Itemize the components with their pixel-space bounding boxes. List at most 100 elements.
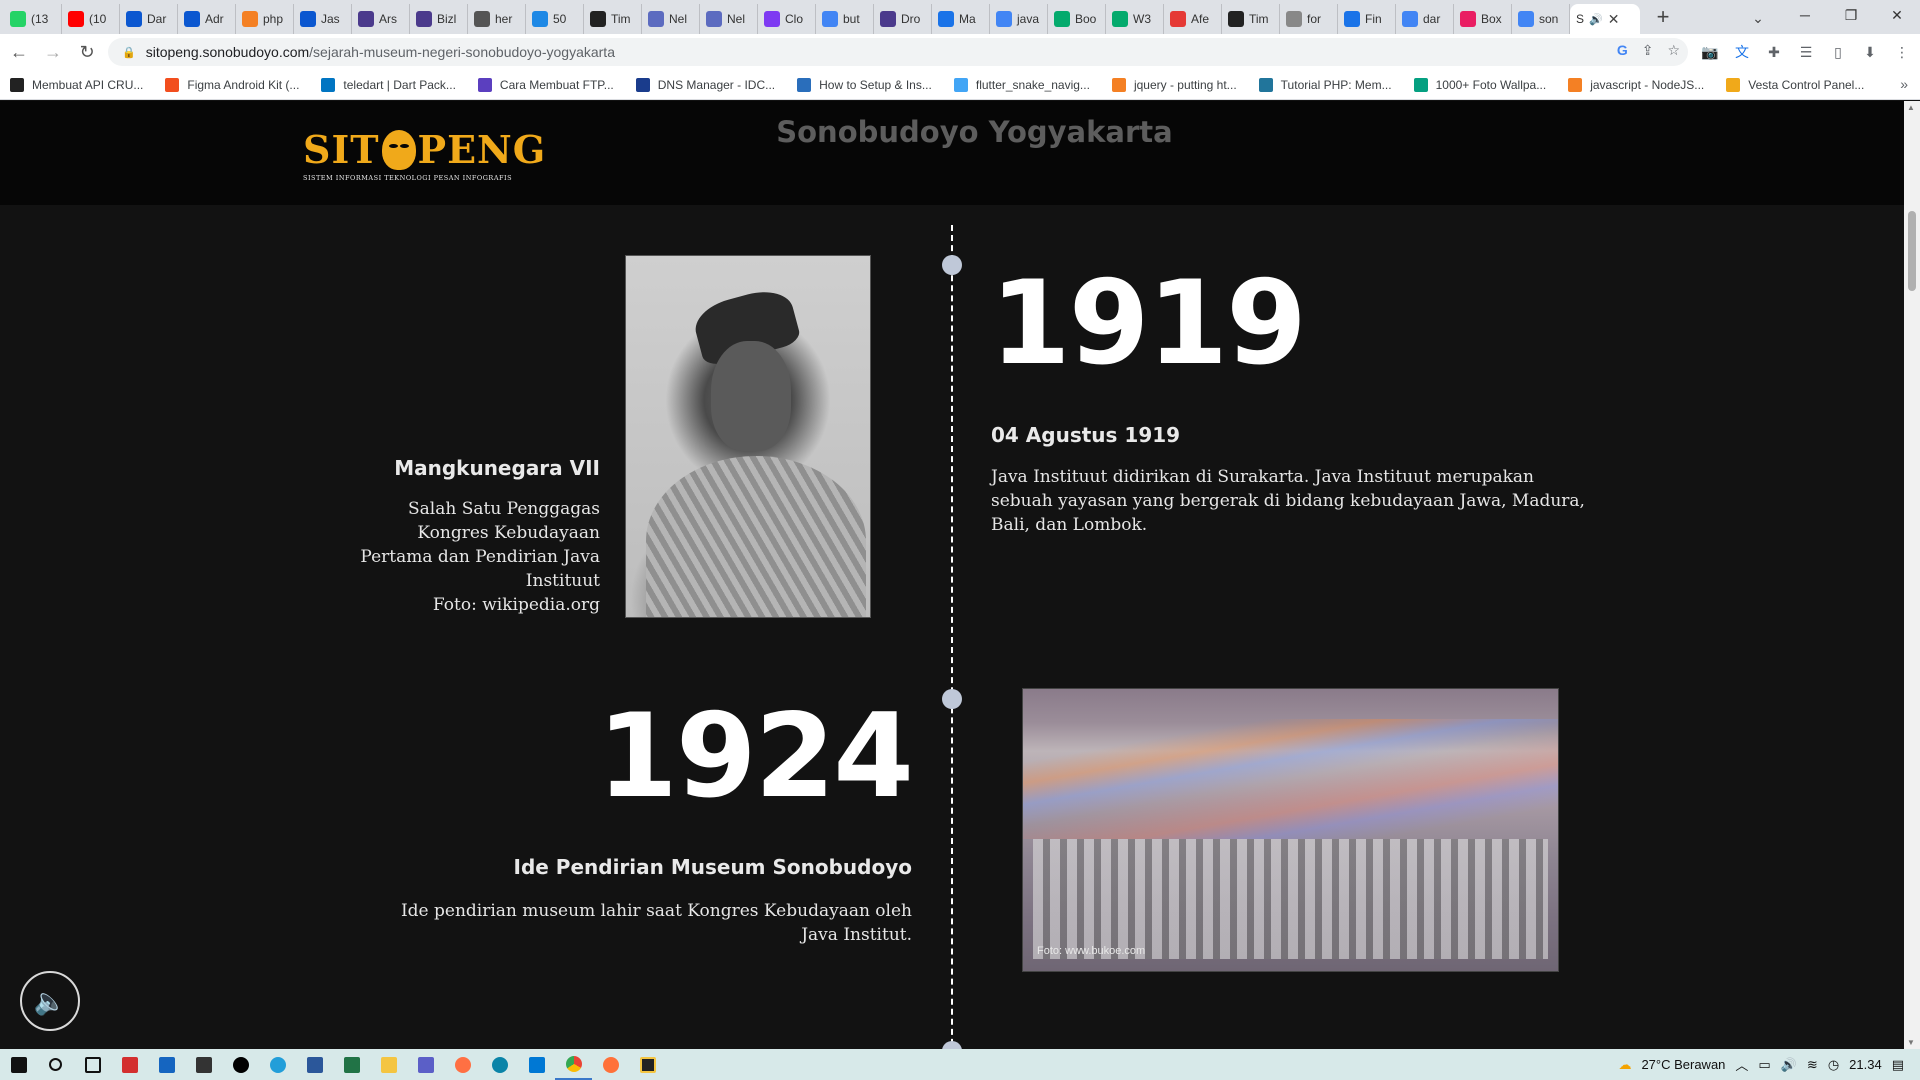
bookmark-item[interactable]: How to Setup & Ins... xyxy=(797,77,932,92)
sound-toggle-button[interactable]: 🔈 xyxy=(20,971,80,1031)
clock-sync-icon[interactable]: ◷ xyxy=(1828,1057,1839,1073)
telegram-icon[interactable] xyxy=(259,1049,296,1080)
new-tab-button[interactable]: + xyxy=(1648,2,1678,32)
tab-item[interactable]: son xyxy=(1512,4,1570,34)
reading-list-icon[interactable]: ☰ xyxy=(1796,42,1816,62)
minimize-icon[interactable]: ─ xyxy=(1782,0,1828,30)
bookmark-item[interactable]: Vesta Control Panel... xyxy=(1726,77,1864,92)
tab-item[interactable]: her xyxy=(468,4,526,34)
tab-item[interactable]: Fin xyxy=(1338,4,1396,34)
app-icon-6[interactable] xyxy=(629,1049,666,1080)
file-explorer-icon[interactable] xyxy=(370,1049,407,1080)
notification-icon[interactable]: ▤ xyxy=(1892,1057,1904,1073)
tab-item[interactable]: Dar xyxy=(120,4,178,34)
bookmark-item[interactable]: 1000+ Foto Wallpa... xyxy=(1413,77,1546,92)
tab-item[interactable]: Afe xyxy=(1164,4,1222,34)
tab-item[interactable]: Nel xyxy=(642,4,700,34)
wifi-icon[interactable]: ≋ xyxy=(1807,1057,1818,1073)
forward-icon[interactable]: → xyxy=(38,37,68,67)
tab-item[interactable]: Tim xyxy=(1222,4,1280,34)
bookmark-item[interactable]: Membuat API CRU... xyxy=(10,77,143,92)
task-view-icon[interactable] xyxy=(74,1049,111,1080)
tab-item[interactable]: 50 xyxy=(526,4,584,34)
tab-item[interactable]: (13 xyxy=(4,4,62,34)
menu-icon[interactable]: ⋮ xyxy=(1892,42,1912,62)
tab-item[interactable]: (10 xyxy=(62,4,120,34)
chrome-icon[interactable] xyxy=(555,1049,592,1080)
address-bar[interactable]: 🔒 sitopeng.sonobudoyo.com /sejarah-museu… xyxy=(108,38,1688,66)
battery-icon[interactable]: ▭ xyxy=(1758,1057,1770,1073)
app-icon-1[interactable] xyxy=(111,1049,148,1080)
chevron-up-icon[interactable]: ︿ xyxy=(1735,1055,1748,1074)
scrollbar-thumb[interactable] xyxy=(1908,211,1916,291)
group-photo-credit: Foto: www.bukoe.com xyxy=(1037,945,1146,957)
tab-item[interactable]: Ma xyxy=(932,4,990,34)
extensions-icon[interactable]: ✚ xyxy=(1764,42,1784,62)
tab-item[interactable]: dar xyxy=(1396,4,1454,34)
bookmark-star-icon[interactable]: ☆ xyxy=(1667,42,1680,59)
tiktok-icon[interactable] xyxy=(222,1049,259,1080)
app-icon-4[interactable] xyxy=(407,1049,444,1080)
tab-item[interactable]: Adr xyxy=(178,4,236,34)
tab-item[interactable]: Tim xyxy=(584,4,642,34)
tab-item[interactable]: Bizl xyxy=(410,4,468,34)
close-window-icon[interactable]: ✕ xyxy=(1874,0,1920,30)
vscode-icon[interactable] xyxy=(518,1049,555,1080)
reload-icon[interactable]: ↻ xyxy=(72,37,102,67)
bookmark-item[interactable]: teledart | Dart Pack... xyxy=(321,77,456,92)
download-icon[interactable]: ⬇ xyxy=(1860,42,1880,62)
tab-item[interactable]: Dro xyxy=(874,4,932,34)
page-scrollbar[interactable]: ▲ ▼ xyxy=(1904,101,1920,1049)
app-icon-3[interactable] xyxy=(185,1049,222,1080)
lock-icon[interactable]: 🔒 xyxy=(122,46,136,59)
bookmark-item[interactable]: DNS Manager - IDC... xyxy=(635,77,775,92)
tab-item[interactable]: Clo xyxy=(758,4,816,34)
year-1919: 1919 xyxy=(990,256,1307,391)
app-icon-5[interactable] xyxy=(444,1049,481,1080)
windows-start-icon[interactable] xyxy=(0,1049,37,1080)
scroll-up-icon[interactable]: ▲ xyxy=(1907,103,1915,112)
bookmark-favicon-icon xyxy=(321,77,336,92)
tab-item[interactable]: Ars xyxy=(352,4,410,34)
tab-item[interactable]: java xyxy=(990,4,1048,34)
bookmark-item[interactable]: Cara Membuat FTP... xyxy=(477,77,614,92)
tab-item[interactable]: for xyxy=(1280,4,1338,34)
word-icon[interactable] xyxy=(296,1049,333,1080)
tab-search-icon[interactable]: ⌄ xyxy=(1746,6,1770,30)
app-icon-2[interactable] xyxy=(148,1049,185,1080)
share-icon[interactable]: ⇪ xyxy=(1642,42,1654,59)
back-icon[interactable]: ← xyxy=(4,37,34,67)
bookmark-item[interactable]: Tutorial PHP: Mem... xyxy=(1258,77,1392,92)
tab-item[interactable]: Boo xyxy=(1048,4,1106,34)
bookmark-item[interactable]: javascript - NodeJS... xyxy=(1568,77,1704,92)
firefox-icon[interactable] xyxy=(592,1049,629,1080)
close-tab-icon[interactable]: ✕ xyxy=(1608,11,1620,28)
bookmark-item[interactable]: jquery - putting ht... xyxy=(1111,77,1237,92)
tab-item[interactable]: Box xyxy=(1454,4,1512,34)
bookmark-item[interactable]: flutter_snake_navig... xyxy=(953,77,1090,92)
tab-item[interactable]: Nel xyxy=(700,4,758,34)
volume-icon[interactable]: 🔊 xyxy=(1781,1057,1797,1073)
tab-item[interactable]: php xyxy=(236,4,294,34)
excel-icon[interactable] xyxy=(333,1049,370,1080)
tab-item[interactable]: but xyxy=(816,4,874,34)
translate-icon[interactable]: 文 xyxy=(1732,42,1752,62)
restore-icon[interactable]: ❐ xyxy=(1828,0,1874,30)
weather-text[interactable]: 27°C Berawan xyxy=(1641,1057,1725,1072)
speaker-icon[interactable]: 🔊 xyxy=(1589,13,1603,26)
bookmark-item[interactable]: Figma Android Kit (... xyxy=(165,77,299,92)
google-icon[interactable]: G xyxy=(1617,42,1628,59)
tab-active[interactable]: S 🔊 ✕ xyxy=(1570,4,1640,34)
clock-time[interactable]: 21.34 xyxy=(1849,1057,1882,1072)
scroll-down-icon[interactable]: ▼ xyxy=(1907,1038,1915,1047)
search-icon[interactable] xyxy=(37,1049,74,1080)
tab-item[interactable]: W3 xyxy=(1106,4,1164,34)
year-1924: 1924 xyxy=(597,689,914,824)
tab-item[interactable]: Jas xyxy=(294,4,352,34)
bookmark-favicon-icon xyxy=(1111,77,1126,92)
camera-icon[interactable]: 📷 xyxy=(1700,42,1720,62)
side-panel-icon[interactable]: ▯ xyxy=(1828,42,1848,62)
weather-icon[interactable]: ☁ xyxy=(1618,1057,1631,1073)
bookmarks-overflow-icon[interactable]: » xyxy=(1900,76,1908,92)
edge-icon[interactable] xyxy=(481,1049,518,1080)
